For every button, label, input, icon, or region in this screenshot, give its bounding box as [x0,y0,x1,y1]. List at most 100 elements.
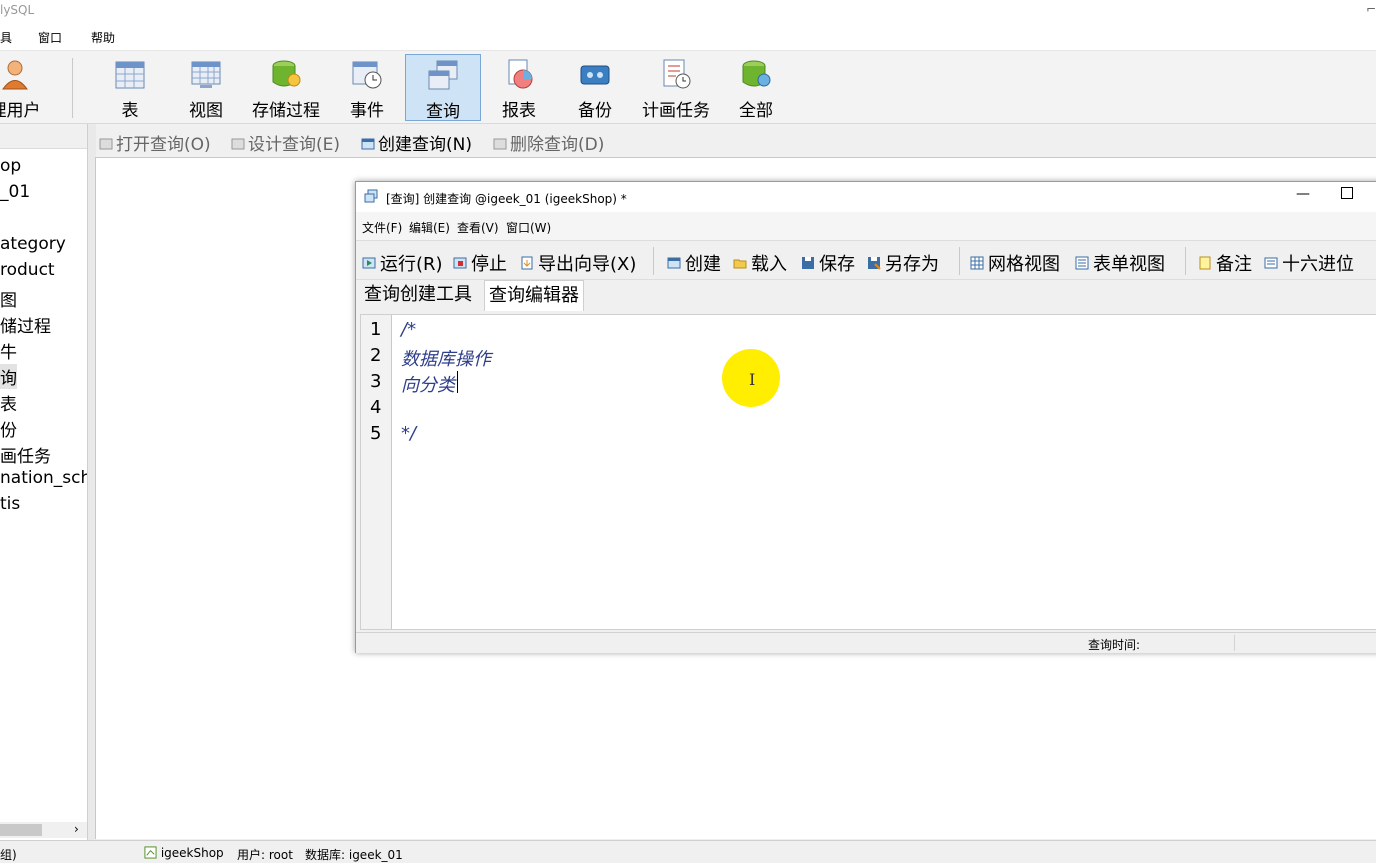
tree-item[interactable]: 表 [0,390,17,415]
tree-item-selected[interactable]: 询 [0,364,17,389]
run-label: 运行(R) [380,254,443,275]
toolbar-all-label: 全部 [739,101,773,121]
menu-bar: 具 窗口 帮助 [0,24,1376,51]
database-status: 数据库: igeek_01 [305,848,403,862]
load-button[interactable]: 载入 [733,250,787,276]
tree-scroll-thumb[interactable] [0,824,42,836]
maximize-icon[interactable] [1341,187,1353,199]
export-wizard-label: 导出向导(X) [538,254,637,275]
toolbar-separator [1185,247,1186,275]
stop-button[interactable]: 停止 [453,250,507,276]
menu-tools[interactable]: 具 [0,29,12,46]
object-toolbar: 打开查询(O) 设计查询(E) 创建查询(N) 删除查询(D) [95,127,1376,157]
tree-item[interactable]: op [0,156,21,176]
code-line: 数据库操作 [401,349,491,370]
table-icon [115,61,145,89]
toolbar-procedure-button[interactable]: 存储过程 [249,54,323,121]
menu-view[interactable]: 查看(V) [457,219,499,236]
design-query-button[interactable]: 设计查询(E) [231,130,340,155]
toolbar-schedule-button[interactable]: 计画任务 [639,54,713,121]
tree-item[interactable]: roduct [0,260,55,280]
sql-editor[interactable]: 1 2 3 4 5 /* 数据库操作 向分类 */ [360,314,1376,630]
create-button[interactable]: 创建 [667,250,721,276]
menu-help[interactable]: 帮助 [91,29,115,46]
toolbar-table-button[interactable]: 表 [93,54,167,121]
form-view-button[interactable]: 表单视图 [1075,250,1165,276]
tree-item[interactable]: ategory [0,234,66,254]
toolbar-separator [72,58,73,118]
menu-file[interactable]: 文件(F) [362,219,402,236]
query-icon [428,60,458,90]
tree-item[interactable]: 画任务 [0,442,51,467]
query-window-title: [查询] 创建查询 @igeek_01 (igeekShop) * [386,192,627,206]
toolbar-separator [959,247,960,275]
create-query-icon [361,138,375,150]
report-icon [508,59,533,89]
tree-item[interactable]: _01 [0,182,30,202]
connection-tree: op _01 ategory roduct 图 储过程 牛 询 表 份 画任务 … [0,150,87,820]
all-icon [742,60,771,87]
toolbar-report-button[interactable]: 报表 [482,54,556,121]
toolbar-event-button[interactable]: 事件 [330,54,404,121]
grid-view-button[interactable]: 网格视图 [970,250,1060,276]
line-number-gutter: 1 2 3 4 5 [361,315,392,629]
stop-label: 停止 [471,254,507,275]
save-as-icon [868,257,881,270]
toolbar-user-button[interactable]: 理用户 [0,54,52,121]
main-toolbar: 理用户 表 视图 存储过程 事件 [0,51,1376,124]
export-wizard-button[interactable]: 导出向导(X) [520,250,636,276]
tree-item[interactable]: 图 [0,286,17,311]
hex-icon [1264,257,1278,269]
connection-icon [144,846,157,859]
query-window-titlebar[interactable]: [查询] 创建查询 @igeek_01 (igeekShop) * — [356,182,1376,212]
save-icon [802,257,814,269]
tree-item[interactable]: nation_sch [0,468,87,488]
save-label: 保存 [819,254,855,275]
toolbar-query-button[interactable]: 查询 [405,54,481,122]
notes-button[interactable]: 备注 [1198,250,1252,276]
hex-button[interactable]: 十六进位 [1264,250,1354,276]
status-separator [1234,635,1235,651]
save-as-label: 另存为 [885,254,939,275]
status-bar: 组) igeekShop 用户: root 数据库: igeek_01 [0,840,1376,862]
grid-view-label: 网格视图 [988,254,1060,275]
ibeam-cursor-icon: I [749,370,756,389]
design-query-icon [231,138,245,150]
run-button[interactable]: 运行(R) [362,250,443,276]
connection-status: igeekShop [144,846,224,860]
query-window: [查询] 创建查询 @igeek_01 (igeekShop) * — 文件(F… [355,181,1376,653]
delete-query-label: 删除查询(D) [510,135,605,155]
minimize-icon[interactable]: — [1296,186,1310,202]
save-button[interactable]: 保存 [801,250,855,276]
procedure-icon [272,60,301,87]
form-view-label: 表单视图 [1093,254,1165,275]
line-number: 1 [370,319,382,340]
code-line: /* [401,319,417,340]
create-query-button[interactable]: 创建查询(N) [361,130,472,155]
tree-item[interactable]: 份 [0,416,17,441]
save-as-button[interactable]: 另存为 [867,250,939,276]
tree-item[interactable]: 牛 [0,338,17,363]
tree-item[interactable]: tis [0,494,20,514]
tab-query-builder[interactable]: 查询创建工具 [360,280,476,310]
toolbar-view-button[interactable]: 视图 [169,54,243,121]
tab-query-editor[interactable]: 查询编辑器 [484,280,584,311]
text-caret [457,371,458,393]
menu-window[interactable]: 窗口 [38,29,62,46]
toolbar-all-button[interactable]: 全部 [719,54,793,121]
scroll-right-icon[interactable]: › [74,822,79,836]
toolbar-backup-button[interactable]: 备份 [558,54,632,121]
line-number: 3 [370,371,382,392]
menu-edit[interactable]: 编辑(E) [409,219,450,236]
open-query-button[interactable]: 打开查询(O) [99,130,211,155]
title-bar: lySQL ⌐ [0,0,1376,24]
tree-item[interactable]: 储过程 [0,312,51,337]
menu-window[interactable]: 窗口(W) [506,219,551,236]
export-icon [521,256,533,270]
create-query-label: 创建查询(N) [378,135,472,155]
maximize-icon[interactable]: ⌐ [1366,2,1376,16]
delete-query-button[interactable]: 删除查询(D) [493,130,604,155]
status-left: 组) [0,848,17,862]
notes-icon [1199,256,1211,270]
connection-tree-header [0,124,87,149]
